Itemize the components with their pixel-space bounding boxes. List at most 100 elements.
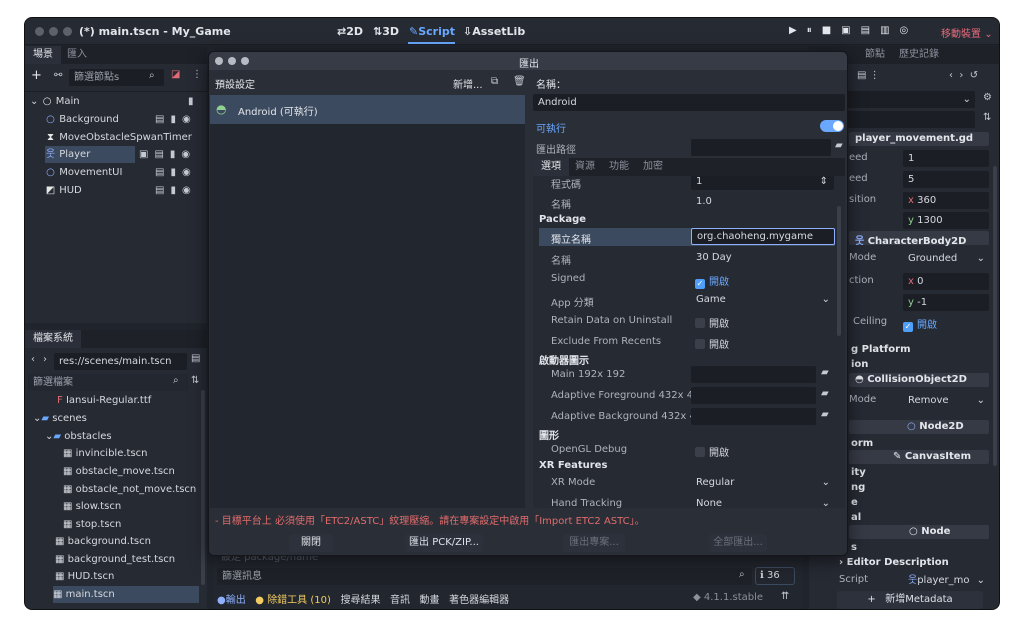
pause-icon[interactable]: ⏸ [807,25,822,36]
runnable-toggle[interactable] [820,120,844,132]
ordering-header[interactable]: ng [851,482,865,493]
speed2-field[interactable]: 5 [903,171,989,188]
tab-search-results[interactable]: 搜尋結果 [340,595,380,606]
workspace-script[interactable]: ✎Script [409,25,455,38]
icon-background-field[interactable] [691,408,816,425]
stop-icon[interactable]: ■ [822,25,841,36]
message-count-badge[interactable]: ℹ 36 [755,567,795,585]
material-header[interactable]: al [851,512,861,523]
file-item[interactable]: ▦ HUD.tscn [55,568,114,585]
minimize-window-button[interactable] [49,27,58,36]
tab-shader-editor[interactable]: 著色器編輯器 [449,595,509,606]
export-project-button[interactable]: 匯出專案... [563,534,625,552]
tab-history[interactable]: 歷史記錄 [891,46,947,64]
preset-item-android[interactable]: ◓ Android (可執行) [210,95,525,124]
more-options-icon[interactable]: ⋮ [192,69,202,80]
script-section[interactable]: player_movement.gd [849,132,989,146]
folder-item[interactable]: ⌄▰ obstacles [45,428,112,445]
folder-icon[interactable]: ▰ [821,388,829,399]
options-scrollbar[interactable] [837,206,841,336]
inspector-object-selector[interactable]: ⌄ [845,91,975,108]
play-icon[interactable]: ▶ [789,25,807,36]
node-section[interactable]: ○ Node [849,525,989,539]
object-menu-icon[interactable]: ⚙ [983,92,992,103]
disable-mode-select[interactable]: Remove ⌄ [903,392,989,409]
tab-import[interactable]: 匯入 [59,46,95,64]
property-filter-input[interactable] [845,111,975,128]
hand-tracking-select[interactable]: None ⌄ [691,495,834,508]
file-item[interactable]: ▦ invincible.tscn [63,445,148,462]
tree-node-background[interactable]: ○ Background ▤▮◉ [45,111,205,128]
folder-icon[interactable]: ▰ [821,409,829,420]
folder-icon[interactable]: ▰ [821,367,829,378]
export-pck-button[interactable]: 匯出 PCK/ZIP... [405,534,483,552]
export-all-button[interactable]: 全部匯出... [709,534,767,552]
filesystem-path-input[interactable]: res://scenes/main.tscn [54,353,187,370]
add-metadata-button[interactable]: + 新增Metadata [837,591,983,609]
inspector-scrollbar[interactable] [993,166,997,466]
unique-name-field[interactable]: org.chaoheng.mygame [691,228,835,245]
script-attached-icon[interactable]: ▮ [188,93,194,110]
split-view-icon[interactable]: ▤ [191,353,200,364]
graphics-header[interactable]: 圖形 [539,427,559,442]
tree-node-timer[interactable]: ⧗ MoveObstacleSpwanTimer [45,129,205,146]
tab-output[interactable]: ●輸出 [217,595,246,606]
launcher-icons-header[interactable]: 啟動器圖示 [539,352,589,367]
tab-resources[interactable]: 資源 [567,158,603,176]
close-button[interactable]: 關閉 [289,534,333,552]
tab-options[interactable]: 選項 [533,158,569,176]
folder-item[interactable]: ⌄▰ scenes [33,410,87,427]
tab-animation[interactable]: 動畫 [420,595,440,606]
filesystem-filter-input[interactable]: 篩選檔案 [28,374,188,391]
retain-data-checkbox[interactable]: 開啟 [695,315,729,330]
tree-node-movementui[interactable]: ○ MovementUI ▤▮◉ [45,164,205,181]
file-item[interactable]: ▦ stop.tscn [63,516,121,533]
remote-device-button[interactable]: 移動裝置 ⌄ [941,25,993,40]
folder-icon[interactable]: ▰ [835,140,843,151]
history-forward-icon[interactable]: › [43,354,47,365]
history-nav-icons[interactable]: ‹ › ↺ [949,70,978,81]
duplicate-preset-icon[interactable]: ⧉ [491,76,498,87]
characterbody2d-section[interactable]: 웃 CharacterBody2D [849,231,989,247]
file-item[interactable]: ▦ slow.tscn [63,498,121,515]
node-status-icons[interactable]: ▤▮◉ [155,111,197,128]
file-item-selected[interactable]: ▦ main.tscn [53,586,199,603]
ceiling-checkbox[interactable]: ✓ 開啟 [903,316,937,332]
opengl-debug-checkbox[interactable]: 開啟 [695,444,729,459]
file-item[interactable]: ▦ background.tscn [55,533,151,550]
movie-icon[interactable]: ◎ [900,25,919,36]
more-options-icon[interactable]: ▤ ⋮ [857,70,880,81]
tab-scene[interactable]: 場景 [25,46,61,64]
delete-preset-icon[interactable]: 🗑 [513,76,526,87]
filesystem-scrollbar[interactable] [201,390,205,585]
visibility-header[interactable]: ity [851,467,866,478]
motion-mode-select[interactable]: Grounded ⌄ [903,250,989,267]
version-code-field[interactable]: 1 ⇕ [691,176,834,190]
node-status-icons[interactable]: ▤▮◉ [155,164,197,181]
file-item[interactable]: F Iansui-Regular.ttf [57,392,151,409]
script-select[interactable]: 웃player_mo ⌄ [903,572,989,589]
signed-checkbox[interactable]: ✓ 開啟 [695,273,729,289]
exclude-recents-checkbox[interactable]: 開啟 [695,336,729,351]
position-y-field[interactable]: y 1300 [903,212,989,229]
file-item[interactable]: ▦ background_test.tscn [55,551,175,568]
tree-node-hud[interactable]: ◩ HUD ▤▮◉ [45,182,205,199]
process-header[interactable]: s [851,542,857,553]
tab-filesystem[interactable]: 檔案系統 [25,330,81,348]
up-y-field[interactable]: y -1 [903,294,989,311]
workspace-3d[interactable]: ⇅3D [373,25,399,38]
tree-node-player[interactable]: 웃 Player [45,146,135,163]
platform-header[interactable]: g Platform [851,344,911,355]
instance-scene-icon[interactable]: ◪ [171,69,180,80]
xr-mode-select[interactable]: Regular ⌄ [691,474,834,491]
position-x-field[interactable]: x 360 [903,192,989,209]
sort-icon[interactable]: ⇅ [191,375,199,386]
close-window-button[interactable] [35,27,44,36]
play-scene-icon[interactable]: ▤ [861,25,880,36]
speed-field[interactable]: 1 [903,150,989,167]
platform-sub-header[interactable]: ion [851,359,868,370]
add-preset-button[interactable]: 新增... [453,76,483,91]
add-node-button[interactable]: + [31,68,42,83]
play-custom-icon[interactable]: ▥ [880,25,899,36]
workspace-2d[interactable]: ⇄2D [337,25,363,38]
